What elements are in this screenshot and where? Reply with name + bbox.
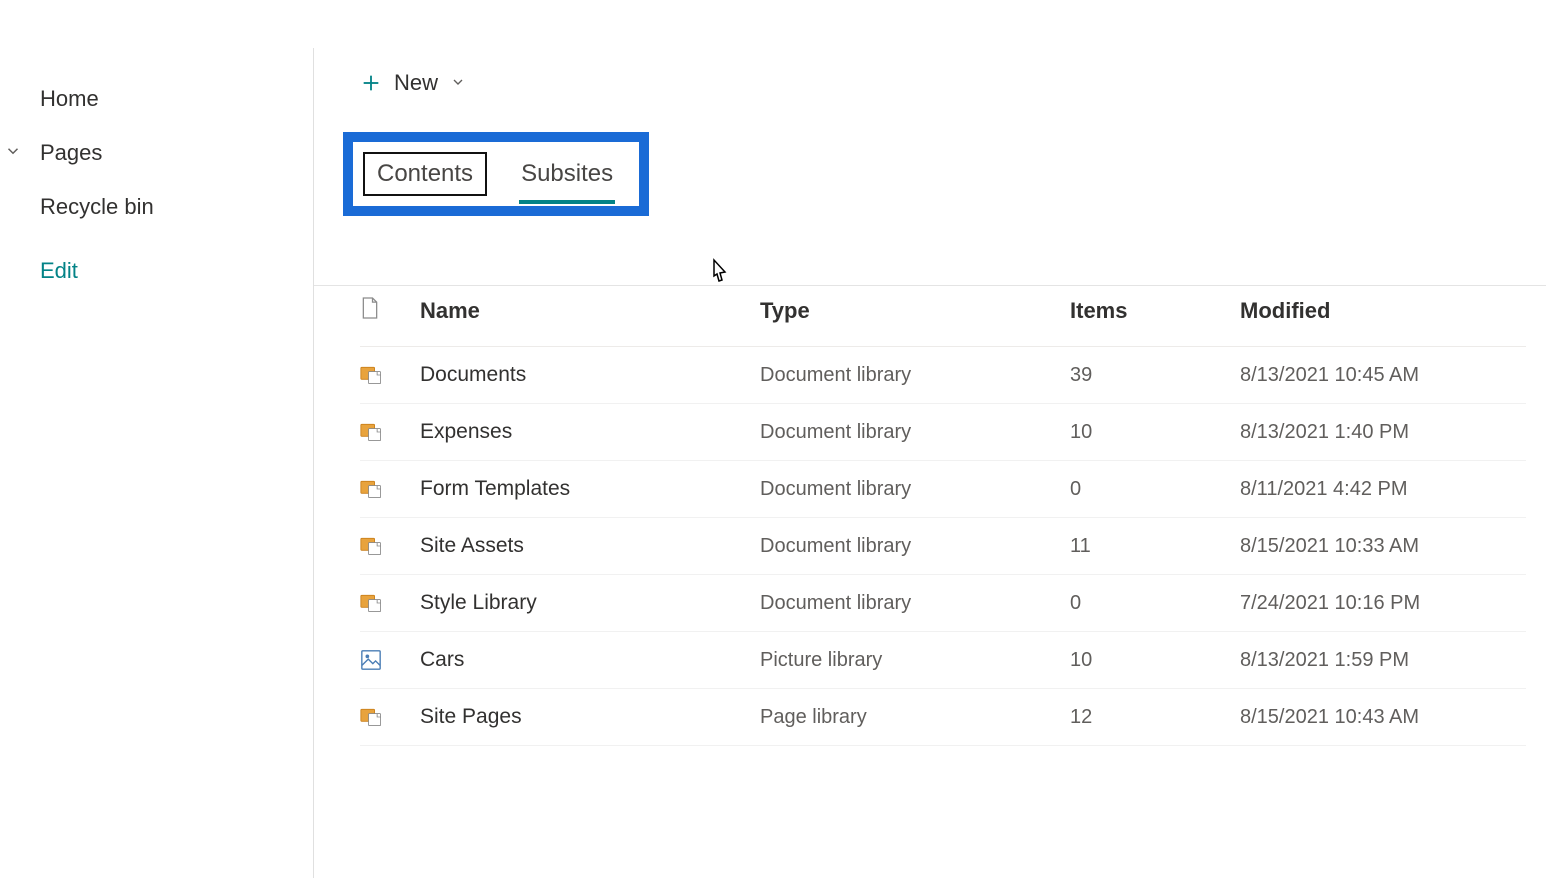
nav-pages-label: Pages xyxy=(40,140,102,166)
table-row[interactable]: CarsPicture library108/13/2021 1:59 PM xyxy=(360,632,1526,689)
row-modified: 8/15/2021 10:33 AM xyxy=(1240,535,1526,558)
row-modified: 8/13/2021 10:45 AM xyxy=(1240,364,1526,387)
table-row[interactable]: DocumentsDocument library398/13/2021 10:… xyxy=(360,347,1526,404)
table-row[interactable]: Style LibraryDocument library07/24/2021 … xyxy=(360,575,1526,632)
tab-subsites[interactable]: Subsites xyxy=(509,154,625,194)
row-name[interactable]: Expenses xyxy=(420,420,760,444)
row-type: Document library xyxy=(760,592,1070,615)
new-button[interactable]: New xyxy=(360,70,466,96)
row-items: 10 xyxy=(1070,649,1240,672)
row-modified: 7/24/2021 10:16 PM xyxy=(1240,592,1526,615)
tab-contents[interactable]: Contents xyxy=(363,152,487,196)
table-row[interactable]: Form TemplatesDocument library08/11/2021… xyxy=(360,461,1526,518)
col-modified-header[interactable]: Modified xyxy=(1240,298,1526,324)
row-modified: 8/13/2021 1:59 PM xyxy=(1240,649,1526,672)
row-modified: 8/15/2021 10:43 AM xyxy=(1240,706,1526,729)
col-type-header[interactable]: Type xyxy=(760,298,1070,324)
table-body: DocumentsDocument library398/13/2021 10:… xyxy=(360,347,1526,746)
row-name[interactable]: Site Pages xyxy=(420,705,760,729)
col-name-header[interactable]: Name xyxy=(420,298,760,324)
row-type: Page library xyxy=(760,706,1070,729)
col-items-header[interactable]: Items xyxy=(1070,298,1240,324)
document-library-icon xyxy=(360,592,382,614)
row-items: 12 xyxy=(1070,706,1240,729)
top-spacer xyxy=(0,0,1546,48)
sidebar: Home Pages Recycle bin Edit xyxy=(0,48,314,878)
row-name[interactable]: Cars xyxy=(420,648,760,672)
row-type: Picture library xyxy=(760,649,1070,672)
row-items: 0 xyxy=(1070,478,1240,501)
row-type: Document library xyxy=(760,535,1070,558)
document-library-icon xyxy=(360,478,382,500)
row-type: Document library xyxy=(760,364,1070,387)
nav-home-label: Home xyxy=(40,86,99,112)
row-type: Document library xyxy=(760,421,1070,444)
row-name[interactable]: Form Templates xyxy=(420,477,760,501)
chevron-down-icon xyxy=(4,140,22,166)
page-layout: Home Pages Recycle bin Edit New xyxy=(0,48,1546,878)
tabs-highlight: Contents Subsites xyxy=(343,132,649,216)
picture-library-icon xyxy=(360,649,382,671)
row-items: 11 xyxy=(1070,535,1240,558)
chevron-down-icon xyxy=(450,70,466,96)
nav-recyclebin[interactable]: Recycle bin xyxy=(0,180,313,234)
file-icon xyxy=(360,296,420,326)
row-modified: 8/13/2021 1:40 PM xyxy=(1240,421,1526,444)
tab-subsites-label: Subsites xyxy=(521,160,613,187)
table-header-row: Name Type Items Modified xyxy=(360,284,1526,347)
row-modified: 8/11/2021 4:42 PM xyxy=(1240,478,1526,501)
table-row[interactable]: Site AssetsDocument library118/15/2021 1… xyxy=(360,518,1526,575)
row-name[interactable]: Style Library xyxy=(420,591,760,615)
nav-recyclebin-label: Recycle bin xyxy=(40,194,154,220)
document-library-icon xyxy=(360,706,382,728)
new-button-label: New xyxy=(394,70,438,96)
row-items: 0 xyxy=(1070,592,1240,615)
document-library-icon xyxy=(360,421,382,443)
table-row[interactable]: ExpensesDocument library108/13/2021 1:40… xyxy=(360,404,1526,461)
document-library-icon xyxy=(360,535,382,557)
nav-edit-link[interactable]: Edit xyxy=(0,244,313,298)
plus-icon xyxy=(360,72,382,94)
row-type: Document library xyxy=(760,478,1070,501)
row-name[interactable]: Site Assets xyxy=(420,534,760,558)
tab-row: Contents Subsites xyxy=(363,152,625,196)
nav-edit-label: Edit xyxy=(40,258,78,284)
row-items: 39 xyxy=(1070,364,1240,387)
toolbar: New xyxy=(360,70,1546,96)
nav-pages[interactable]: Pages xyxy=(0,126,313,180)
main-content: New Contents Subsites xyxy=(314,48,1546,878)
document-library-icon xyxy=(360,364,382,386)
nav-home[interactable]: Home xyxy=(0,72,313,126)
tab-contents-label: Contents xyxy=(377,160,473,187)
contents-table: Name Type Items Modified DocumentsDocume… xyxy=(360,284,1546,746)
horizontal-divider xyxy=(314,285,1546,286)
row-items: 10 xyxy=(1070,421,1240,444)
table-row[interactable]: Site PagesPage library128/15/2021 10:43 … xyxy=(360,689,1526,746)
row-name[interactable]: Documents xyxy=(420,363,760,387)
